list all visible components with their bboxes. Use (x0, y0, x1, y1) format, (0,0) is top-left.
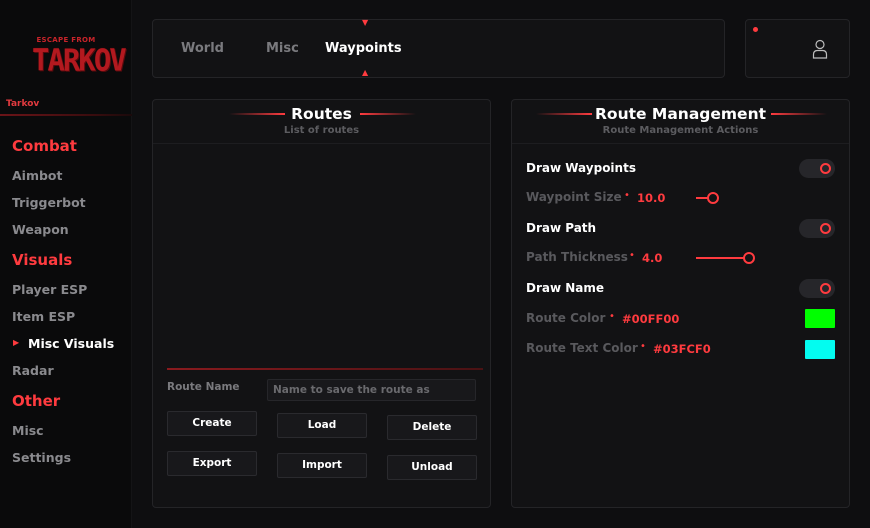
active-tab-top-indicator-icon: ▼ (362, 18, 369, 27)
bullet-icon: • (609, 311, 615, 322)
route-text-color-label: Route Text Color (526, 341, 638, 355)
app-name: Tarkov (6, 99, 40, 109)
toggle-knob (820, 283, 831, 294)
draw-name-toggle[interactable] (799, 279, 835, 298)
tab-misc[interactable]: Misc (266, 41, 299, 56)
slider-thumb[interactable] (707, 192, 719, 204)
bullet-icon: • (640, 341, 646, 352)
tab-waypoints[interactable]: Waypoints (325, 41, 402, 56)
path-thickness-slider[interactable] (696, 251, 828, 265)
status-dot (753, 27, 758, 32)
routes-panel-header: Routes List of routes (153, 100, 490, 144)
route-text-color-value: #03FCF0 (653, 342, 711, 356)
toggle-knob (820, 163, 831, 174)
toggle-knob (820, 223, 831, 234)
sidebar-item-aimbot[interactable]: Aimbot (12, 168, 63, 183)
sidebar: ESCAPE FROM TARKOV Tarkov Combat Aimbot … (0, 0, 132, 528)
category-visuals: Visuals (12, 251, 73, 269)
route-color-swatch[interactable] (805, 309, 835, 328)
sidebar-item-misc[interactable]: Misc (12, 423, 44, 438)
slider-thumb[interactable] (743, 252, 755, 264)
routes-list-divider (167, 368, 483, 370)
path-thickness-value: 4.0 (642, 251, 663, 265)
create-button[interactable]: Create (167, 411, 257, 436)
sidebar-item-weapon[interactable]: Weapon (12, 222, 69, 237)
export-button[interactable]: Export (167, 451, 257, 476)
routes-title: Routes (291, 105, 352, 123)
bullet-icon: • (624, 190, 630, 201)
routes-panel: Routes List of routes Route Name Create … (152, 99, 491, 508)
sidebar-item-player-esp[interactable]: Player ESP (12, 282, 87, 297)
sidebar-item-triggerbot[interactable]: Triggerbot (12, 195, 86, 210)
app-name-divider (0, 114, 132, 116)
route-color-label: Route Color (526, 311, 606, 325)
user-icon[interactable] (812, 39, 828, 59)
category-other: Other (12, 392, 61, 410)
category-combat: Combat (12, 137, 77, 155)
title-line-right (771, 113, 827, 115)
route-name-label: Route Name (167, 381, 240, 393)
tab-world[interactable]: World (181, 41, 224, 56)
route-management-panel: Route Management Route Management Action… (511, 99, 850, 508)
management-subtitle: Route Management Actions (602, 125, 759, 136)
sidebar-item-misc-visuals[interactable]: Misc Visuals (28, 336, 114, 351)
draw-waypoints-label: Draw Waypoints (526, 161, 636, 175)
app-logo: ESCAPE FROM TARKOV (32, 36, 127, 80)
draw-name-label: Draw Name (526, 281, 605, 295)
routes-subtitle: List of routes (283, 125, 360, 136)
draw-waypoints-toggle[interactable] (799, 159, 835, 178)
waypoint-size-slider[interactable] (696, 191, 828, 205)
bullet-icon: • (629, 250, 635, 261)
user-box (745, 19, 850, 78)
route-color-value: #00FF00 (622, 312, 680, 326)
unload-button[interactable]: Unload (387, 455, 477, 480)
sidebar-item-item-esp[interactable]: Item ESP (12, 309, 75, 324)
route-text-color-swatch[interactable] (805, 340, 835, 359)
import-button[interactable]: Import (277, 453, 367, 478)
tab-bar: World Misc Waypoints ▼ ▲ (152, 19, 725, 78)
active-arrow-icon: ▶ (13, 338, 20, 347)
sidebar-item-radar[interactable]: Radar (12, 363, 54, 378)
active-tab-bottom-indicator-icon: ▲ (362, 68, 369, 77)
title-line-right (360, 113, 416, 115)
draw-path-label: Draw Path (526, 221, 597, 235)
delete-button[interactable]: Delete (387, 415, 477, 440)
draw-path-toggle[interactable] (799, 219, 835, 238)
management-panel-header: Route Management Route Management Action… (512, 100, 849, 144)
route-name-input[interactable] (267, 379, 476, 401)
waypoint-size-label: Waypoint Size (526, 190, 622, 204)
waypoint-size-value: 10.0 (637, 191, 666, 205)
path-thickness-label: Path Thickness (526, 250, 628, 264)
sidebar-item-settings[interactable]: Settings (12, 450, 71, 465)
logo-line-2: TARKOV (32, 42, 127, 78)
slider-track-fill (696, 257, 747, 259)
load-button[interactable]: Load (277, 413, 367, 438)
